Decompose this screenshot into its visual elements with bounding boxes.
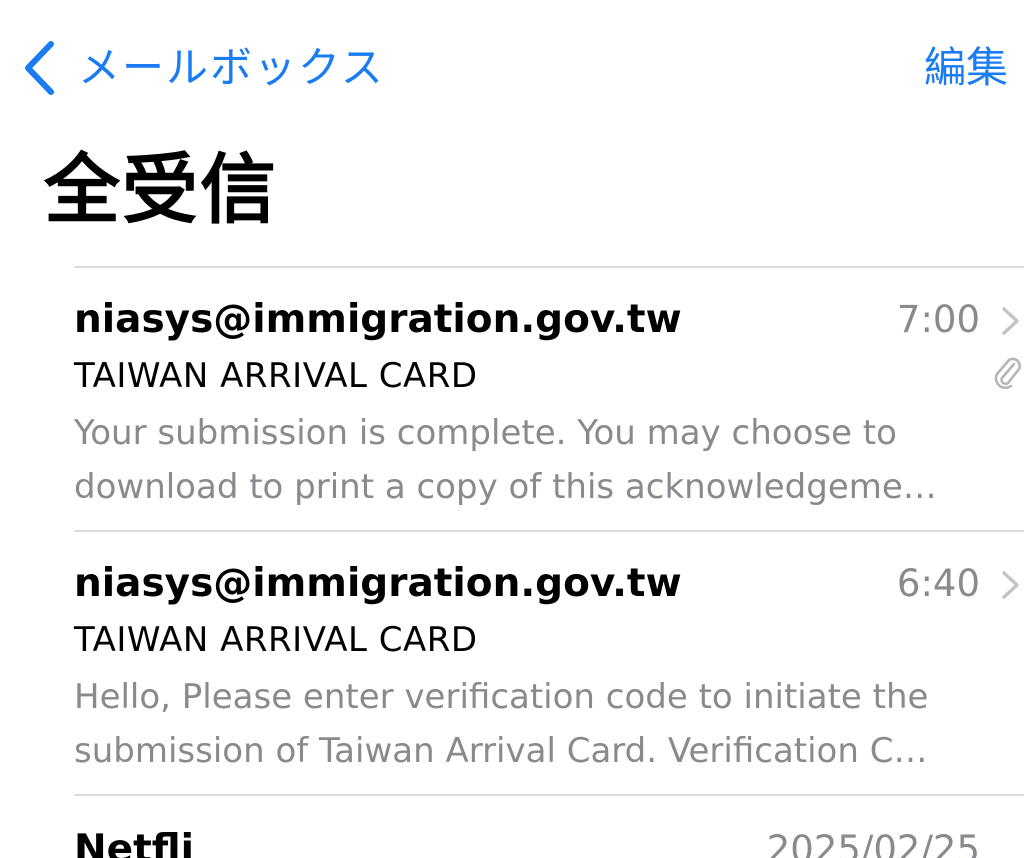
mail-time: 2025/02/25 xyxy=(766,828,980,858)
navigation-bar: メールボックス 編集 xyxy=(0,0,1024,130)
paperclip-icon xyxy=(994,357,1021,390)
mail-time: 6:40 xyxy=(896,562,980,605)
mail-subject: TAIWAN ARRIVAL CARD xyxy=(74,356,478,396)
mail-item[interactable]: niasys@immigration.gov.tw 6:40 TAIWAN AR… xyxy=(0,532,1024,796)
mail-time: 7:00 xyxy=(896,298,980,341)
mail-item[interactable]: Netfli 2025/02/25 xyxy=(0,798,1024,858)
mail-sender: Netfli xyxy=(74,827,195,858)
mail-preview: Your submission is complete. You may cho… xyxy=(74,406,1000,514)
mail-item[interactable]: niasys@immigration.gov.tw 7:00 TAIWAN AR… xyxy=(0,268,1024,532)
mail-preview-line: Your submission is complete. You may cho… xyxy=(74,413,897,453)
chevron-left-icon xyxy=(25,41,54,95)
mail-preview-line: Hello, Please enter verification code to… xyxy=(74,677,929,717)
back-button-label: メールボックス xyxy=(78,43,385,92)
back-button[interactable]: メールボックス xyxy=(22,38,385,98)
chevron-right-icon xyxy=(1002,571,1019,599)
mail-preview-line: submission of Taiwan Arrival Card. Verif… xyxy=(74,731,928,771)
page-title: 全受信 xyxy=(44,145,278,234)
edit-button[interactable]: 編集 xyxy=(924,38,1008,98)
chevron-right-icon xyxy=(1002,307,1019,335)
mail-preview-line: download to print a copy of this acknowl… xyxy=(74,467,937,507)
mail-sender: niasys@immigration.gov.tw xyxy=(74,297,682,342)
mail-preview: Hello, Please enter verification code to… xyxy=(74,670,1000,778)
mail-sender: niasys@immigration.gov.tw xyxy=(74,561,682,606)
mail-subject: TAIWAN ARRIVAL CARD xyxy=(74,620,478,660)
list-divider xyxy=(74,794,1024,796)
